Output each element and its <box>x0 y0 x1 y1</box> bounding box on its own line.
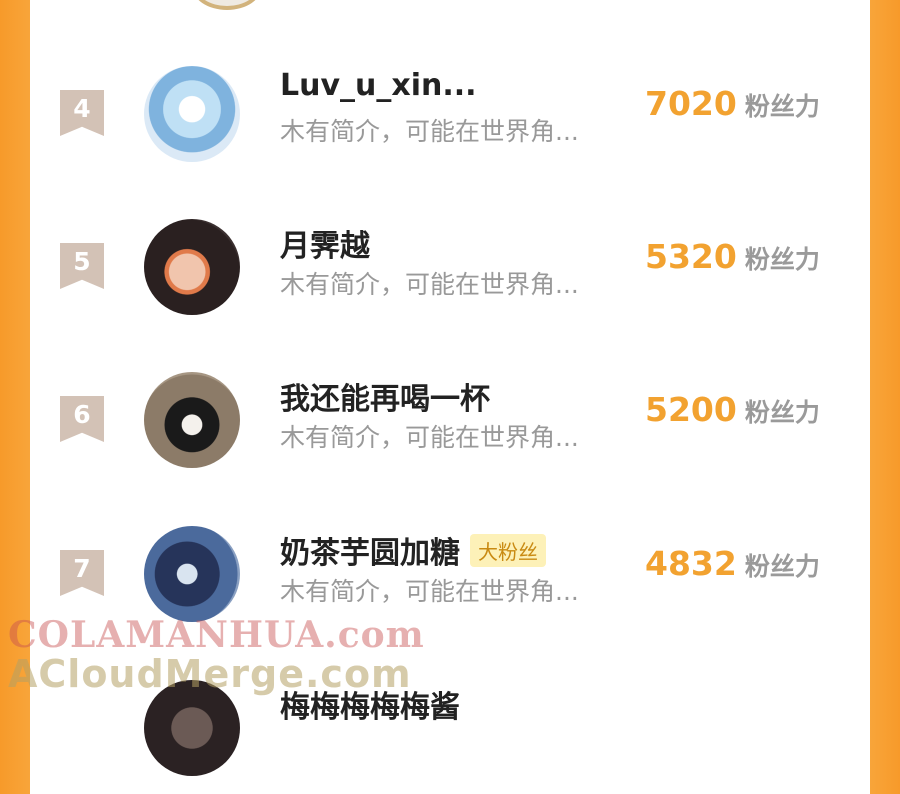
list-item[interactable]: 5 月霁越 木有简介，可能在世界角... 5320 粉丝力 <box>30 213 870 333</box>
score-unit: 粉丝力 <box>744 552 820 581</box>
avatar[interactable] <box>144 372 240 468</box>
score-unit: 粉丝力 <box>744 245 820 274</box>
fan-power-score: 5200 粉丝力 <box>645 390 820 429</box>
avatar[interactable] <box>192 0 262 10</box>
avatar[interactable] <box>144 526 240 622</box>
fan-power-score: 4832 粉丝力 <box>645 544 820 583</box>
score-value: 5200 <box>645 390 737 429</box>
bio-text: 木有简介，可能在世界角... <box>280 577 579 606</box>
avatar[interactable] <box>144 219 240 315</box>
username[interactable]: Luv_u_xin... <box>280 68 477 103</box>
fan-power-score: 7020 粉丝力 <box>645 84 820 123</box>
watermark-text: ACloudMerge.com <box>8 652 412 696</box>
rank-badge: 7 <box>60 550 104 596</box>
score-unit: 粉丝力 <box>744 398 820 427</box>
score-unit: 粉丝力 <box>744 92 820 121</box>
avatar[interactable] <box>144 66 240 162</box>
bio-text: 木有简介，可能在世界角... <box>280 117 579 146</box>
score-value: 5320 <box>645 237 737 276</box>
rank-badge: 6 <box>60 396 104 442</box>
username[interactable]: 奶茶芋圆加糖 大粉丝 <box>280 528 546 572</box>
big-fan-badge: 大粉丝 <box>470 533 546 567</box>
list-item[interactable]: 4 Luv_u_xin... 木有简介，可能在世界角... 7020 粉丝力 <box>30 60 870 180</box>
watermark-text: COLAMANHUA.com <box>8 614 425 656</box>
score-value: 4832 <box>645 544 737 583</box>
rank-badge: 4 <box>60 90 104 136</box>
bio-text: 木有简介，可能在世界角... <box>280 423 579 452</box>
score-value: 7020 <box>645 84 737 123</box>
fan-power-score: 5320 粉丝力 <box>645 237 820 276</box>
fan-ranking-card: 4 Luv_u_xin... 木有简介，可能在世界角... 7020 粉丝力 5 … <box>30 0 870 776</box>
username[interactable]: 我还能再喝一杯 <box>280 374 490 418</box>
list-item[interactable]: 6 我还能再喝一杯 木有简介，可能在世界角... 5200 粉丝力 <box>30 366 870 486</box>
username[interactable]: 月霁越 <box>280 221 370 265</box>
bio-text: 木有简介，可能在世界角... <box>280 270 579 299</box>
rank-badge: 5 <box>60 243 104 289</box>
